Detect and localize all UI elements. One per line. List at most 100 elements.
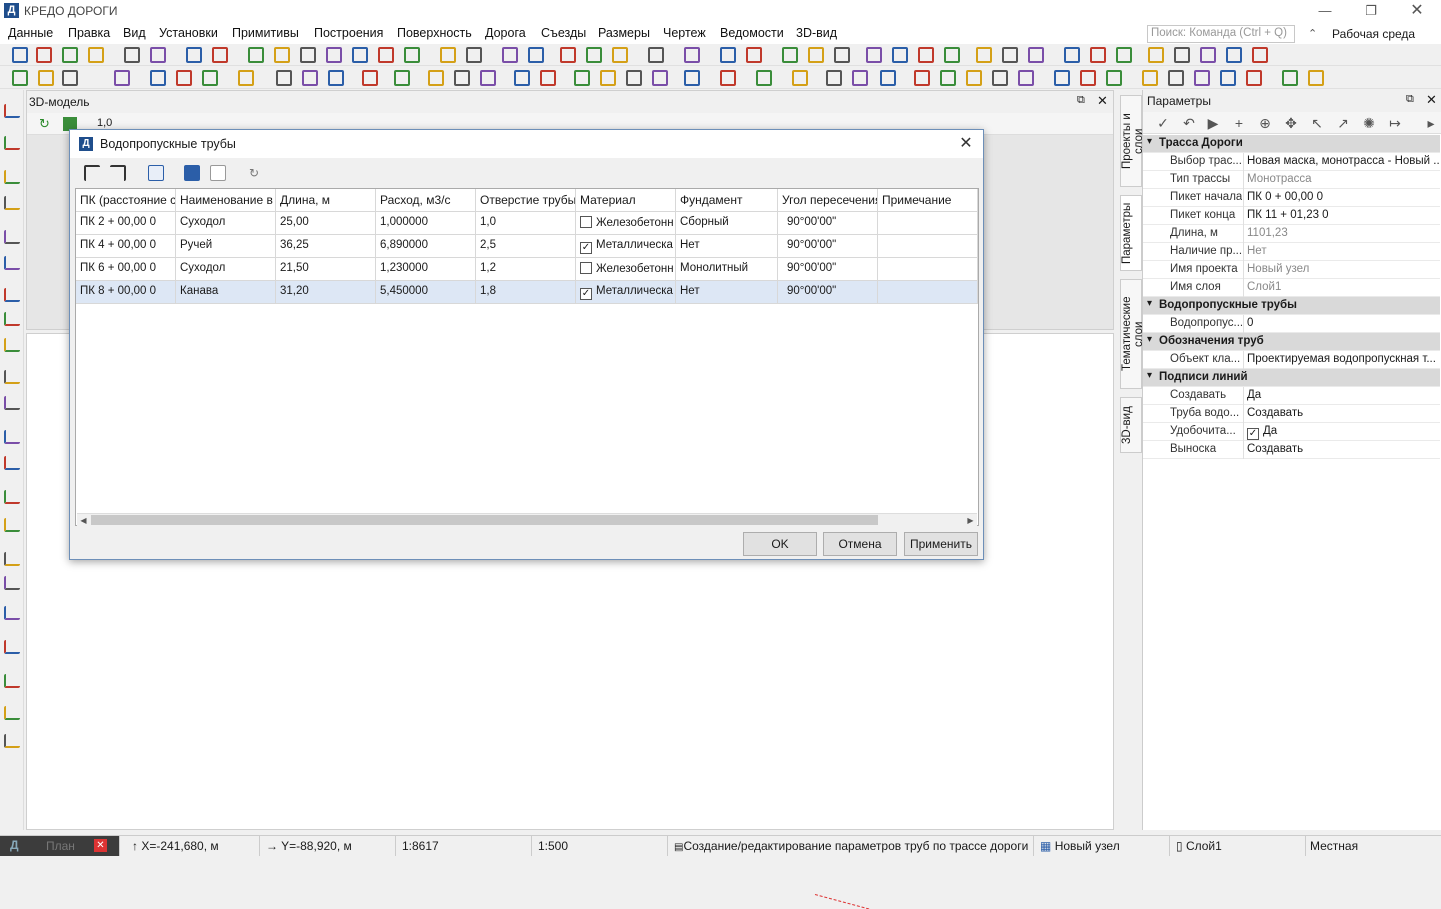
refresh-icon[interactable]: ↻ [39, 116, 50, 132]
param-value[interactable]: 1101,23 [1243, 225, 1440, 243]
left-tool-icon[interactable] [4, 136, 20, 150]
scale-spinner[interactable]: 1,0 [97, 117, 112, 129]
drawing-tool-icon[interactable] [480, 70, 496, 86]
toolbar-tool-icon[interactable] [352, 47, 368, 63]
menu-exits[interactable]: Съезды [541, 26, 586, 40]
toolbar-tool-icon[interactable] [560, 47, 576, 63]
left-tool-icon[interactable] [4, 170, 20, 184]
close-panel-icon[interactable]: ✕ [1097, 93, 1108, 109]
horizontal-scrollbar[interactable]: ◀ ▶ [77, 513, 977, 526]
column-header[interactable]: Длина, м [276, 189, 376, 212]
toolbar-tool-icon[interactable] [612, 47, 628, 63]
left-tool-icon[interactable] [4, 456, 20, 470]
plan-task-tab[interactable]: Д План ✕ [0, 836, 120, 856]
angle-cell[interactable]: 90°00'00" [778, 235, 878, 258]
drawing-tool-icon[interactable] [62, 70, 78, 86]
scroll-left-icon[interactable]: ◀ [77, 514, 90, 527]
toolbar-tool-icon[interactable] [300, 47, 316, 63]
param-group[interactable]: Подписи линий [1143, 369, 1440, 387]
drawing-scale[interactable]: 1:500 [534, 836, 668, 856]
drawing-tool-icon[interactable] [574, 70, 590, 86]
toolbar-tool-icon[interactable] [124, 47, 140, 63]
drawing-tool-icon[interactable] [792, 70, 808, 86]
toolbar-tool-icon[interactable] [1200, 47, 1216, 63]
hole-cell[interactable]: 2,5 [476, 235, 576, 258]
toolbar-tool-icon[interactable] [866, 47, 882, 63]
menu-data[interactable]: Данные [8, 26, 53, 40]
menu-primitives[interactable]: Примитивы [232, 26, 299, 40]
flow-cell[interactable]: 1,000000 [376, 212, 476, 235]
param-value[interactable]: Новая маска, монотрасса - Новый ... [1243, 153, 1440, 171]
left-tool-icon[interactable] [4, 430, 20, 444]
float-panel-icon[interactable]: ⧉ [1077, 94, 1085, 107]
toolbar-tool-icon[interactable] [1028, 47, 1044, 63]
material-cell[interactable]: ✓ Металлическа [576, 235, 676, 258]
drawing-tool-icon[interactable] [966, 70, 982, 86]
flow-cell[interactable]: 1,230000 [376, 258, 476, 281]
insert-row-icon[interactable] [84, 165, 100, 181]
drawing-tool-icon[interactable] [826, 70, 842, 86]
left-tool-icon[interactable] [4, 706, 20, 720]
left-tool-icon[interactable] [4, 104, 20, 118]
refresh-icon[interactable]: ↻ [246, 165, 262, 181]
layer-indicator[interactable]: ▯ Слой1 [1172, 836, 1306, 856]
left-tool-icon[interactable] [4, 518, 20, 532]
toolbar-tool-icon[interactable] [502, 47, 518, 63]
apply-button[interactable]: Применить [904, 532, 978, 556]
cancel-button[interactable]: Отмена [823, 532, 897, 556]
left-tool-icon[interactable] [4, 230, 20, 244]
pk-cell[interactable]: ПК 6 + 00,00 0 [76, 258, 176, 281]
param-value[interactable]: Да [1243, 387, 1440, 405]
param-row[interactable]: Водопропус... 0 [1143, 315, 1440, 333]
minimize-button[interactable]: — [1302, 0, 1348, 22]
drawing-tool-icon[interactable] [302, 70, 318, 86]
drawing-tool-icon[interactable] [1246, 70, 1262, 86]
drawing-tool-icon[interactable] [150, 70, 166, 86]
param-value[interactable]: Новый узел [1243, 261, 1440, 279]
param-value[interactable]: Создавать [1243, 405, 1440, 423]
pk-cell[interactable]: ПК 2 + 00,00 0 [76, 212, 176, 235]
name-cell[interactable]: Суходол [176, 258, 276, 281]
param-row[interactable]: Длина, м 1101,23 [1143, 225, 1440, 243]
drawing-tool-icon[interactable] [720, 70, 736, 86]
menu-reports[interactable]: Ведомости [720, 26, 784, 40]
menu-constructions[interactable]: Построения [314, 26, 383, 40]
hole-cell[interactable]: 1,2 [476, 258, 576, 281]
drawing-tool-icon[interactable] [362, 70, 378, 86]
length-cell[interactable]: 36,25 [276, 235, 376, 258]
paste-icon[interactable] [184, 165, 200, 181]
tab-thematic-layers[interactable]: Тематические слои [1120, 279, 1145, 389]
toolbar-tool-icon[interactable] [1148, 47, 1164, 63]
ok-button[interactable]: OK [743, 532, 817, 556]
param-row[interactable]: Наличие пр... Нет [1143, 243, 1440, 261]
param-row[interactable]: Выбор трас... Новая маска, монотрасса - Н… [1143, 153, 1440, 171]
toolbar-tool-icon[interactable] [12, 47, 28, 63]
param-group[interactable]: Обозначения труб [1143, 333, 1440, 351]
toolbar-tool-icon[interactable] [150, 47, 166, 63]
material-checkbox[interactable]: ✓ [580, 288, 592, 300]
toolbar-tool-icon[interactable] [528, 47, 544, 63]
toolbar-tool-icon[interactable] [944, 47, 960, 63]
add-point-icon[interactable]: + [1231, 115, 1247, 131]
snap-icon[interactable]: ✺ [1361, 115, 1377, 131]
material-cell[interactable]: ✓ Металлическа [576, 281, 676, 304]
drawing-tool-icon[interactable] [176, 70, 192, 86]
length-cell[interactable]: 25,00 [276, 212, 376, 235]
length-cell[interactable]: 31,20 [276, 281, 376, 304]
menu-3d-view[interactable]: 3D-вид [796, 26, 837, 40]
properties-icon[interactable] [148, 165, 164, 181]
param-row[interactable]: Пикет начала ПК 0 + 00,00 0 [1143, 189, 1440, 207]
drawing-tool-icon[interactable] [1054, 70, 1070, 86]
toolbar-tool-icon[interactable] [404, 47, 420, 63]
param-row[interactable]: Объект кла... Проектируемая водопропускна… [1143, 351, 1440, 369]
toolbar-tool-icon[interactable] [1116, 47, 1132, 63]
left-tool-icon[interactable] [4, 396, 20, 410]
toolbar-tool-icon[interactable] [1252, 47, 1268, 63]
toolbar-tool-icon[interactable] [1064, 47, 1080, 63]
foundation-cell[interactable]: Нет [676, 281, 778, 304]
toolbar-tool-icon[interactable] [466, 47, 482, 63]
drawing-tool-icon[interactable] [1018, 70, 1034, 86]
drawing-tool-icon[interactable] [940, 70, 956, 86]
param-value[interactable]: Проектируемая водопропускная т... [1243, 351, 1440, 369]
name-cell[interactable]: Суходол [176, 212, 276, 235]
